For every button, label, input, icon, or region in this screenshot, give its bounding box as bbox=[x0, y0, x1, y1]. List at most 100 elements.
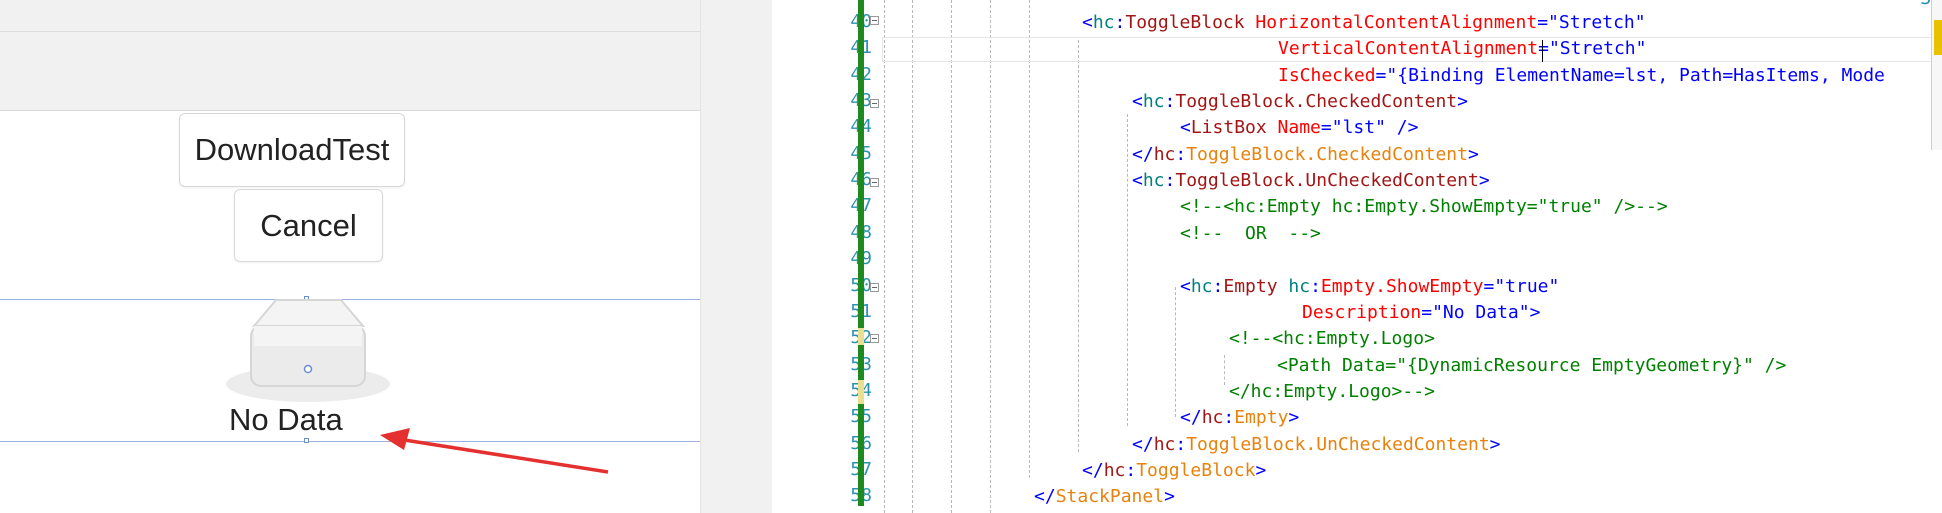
code-line[interactable]: <hc:Empty hc:Empty.ShowEmpty="true" bbox=[1180, 274, 1559, 300]
code-token: VerticalContentAlignment bbox=[1278, 38, 1539, 59]
code-line[interactable]: <Path Data="{DynamicResource EmptyGeomet… bbox=[1277, 353, 1786, 379]
code-line[interactable]: <hc:ToggleBlock.CheckedContent> bbox=[1132, 89, 1468, 115]
code-editor[interactable]: 39 4041424344454647484950515253545556575… bbox=[772, 0, 1942, 513]
code-token: : bbox=[1310, 276, 1321, 297]
fold-toggle-icon[interactable] bbox=[870, 16, 879, 25]
change-tracking-bar bbox=[858, 0, 864, 506]
unsaved-change-mark bbox=[858, 328, 864, 345]
download-test-button[interactable]: DownloadTest bbox=[179, 113, 405, 187]
indent-guide bbox=[1224, 355, 1225, 385]
pane-splitter[interactable] bbox=[700, 0, 773, 513]
code-token: </hc:Empty.Logo>--> bbox=[1229, 381, 1435, 402]
code-token: StackPanel bbox=[1055, 486, 1165, 507]
code-token: > bbox=[1288, 407, 1300, 428]
code-token: "{Binding ElementName=lst, Path=HasItems… bbox=[1386, 65, 1885, 86]
code-token: = bbox=[1421, 302, 1433, 323]
code-token: </ bbox=[1082, 460, 1104, 481]
cancel-button[interactable]: Cancel bbox=[234, 189, 383, 262]
indent-guide bbox=[951, 0, 952, 513]
code-line[interactable]: <!-- OR --> bbox=[1180, 221, 1321, 247]
designer-surface[interactable]: DownloadTest Cancel No Data bbox=[0, 0, 700, 513]
resize-handle-bottom[interactable] bbox=[304, 438, 309, 443]
code-token: /> bbox=[1385, 117, 1419, 138]
code-token: > bbox=[1164, 486, 1175, 507]
code-line[interactable]: </StackPanel> bbox=[1034, 484, 1175, 510]
code-token: : bbox=[1175, 144, 1187, 165]
indent-guide bbox=[1029, 0, 1030, 478]
code-token: : bbox=[1164, 170, 1176, 191]
code-token: hc bbox=[1153, 144, 1176, 165]
designer-divider bbox=[0, 31, 700, 32]
code-line[interactable]: <!--<hc:Empty.Logo> bbox=[1229, 326, 1435, 352]
empty-description-label: No Data bbox=[229, 402, 343, 437]
code-token: </ bbox=[1132, 434, 1154, 455]
code-token: ToggleBlock.CheckedContent bbox=[1175, 91, 1458, 112]
code-token: Description bbox=[1302, 302, 1422, 323]
code-token: hc bbox=[1103, 460, 1126, 481]
code-token: "Stretch" bbox=[1548, 38, 1647, 59]
code-line[interactable]: <!--<hc:Empty hc:Empty.ShowEmpty="true" … bbox=[1180, 194, 1668, 220]
vertical-scrollbar[interactable] bbox=[1931, 0, 1942, 150]
code-token: > bbox=[1478, 170, 1490, 191]
code-token: < bbox=[1180, 117, 1191, 138]
code-token: = bbox=[1375, 65, 1387, 86]
indent-guide bbox=[1078, 40, 1079, 452]
code-token: ToggleBlock.CheckedContent bbox=[1186, 144, 1468, 165]
code-token: "Stretch" bbox=[1548, 12, 1646, 33]
code-token: > bbox=[1467, 144, 1479, 165]
empty-tray-icon bbox=[226, 299, 390, 402]
code-token: hc bbox=[1277, 276, 1311, 297]
code-token: Empty bbox=[1234, 407, 1289, 428]
code-token: : bbox=[1223, 407, 1235, 428]
text-caret bbox=[1542, 40, 1543, 62]
fold-toggle-icon[interactable] bbox=[870, 178, 879, 187]
code-line[interactable]: <hc:ToggleBlock.UnCheckedContent> bbox=[1132, 168, 1490, 194]
code-token: hc bbox=[1142, 91, 1165, 112]
code-token: "lst" bbox=[1331, 117, 1386, 138]
code-token: Empty bbox=[1223, 276, 1278, 297]
fold-toggle-icon[interactable] bbox=[870, 334, 879, 343]
code-line[interactable]: IsChecked="{Binding ElementName=lst, Pat… bbox=[1278, 63, 1885, 89]
indent-guide bbox=[990, 0, 991, 513]
fold-toggle-icon[interactable] bbox=[870, 99, 879, 108]
code-token: : bbox=[1114, 12, 1126, 33]
code-line[interactable]: </hc:Empty.Logo>--> bbox=[1229, 379, 1435, 405]
code-token: </ bbox=[1180, 407, 1202, 428]
indent-guide bbox=[912, 0, 913, 513]
code-token: Empty.ShowEmpty bbox=[1320, 276, 1484, 297]
code-token: HorizontalContentAlignment bbox=[1244, 12, 1538, 33]
code-token: : bbox=[1164, 91, 1176, 112]
code-token: > bbox=[1489, 434, 1501, 455]
code-line[interactable]: Description="No Data"> bbox=[1302, 300, 1540, 326]
code-token: hc bbox=[1142, 170, 1165, 191]
unsaved-change-mark bbox=[858, 380, 864, 404]
code-line[interactable]: </hc:ToggleBlock.UnCheckedContent> bbox=[1132, 432, 1501, 458]
code-token: > bbox=[1255, 460, 1267, 481]
code-token: = bbox=[1320, 117, 1332, 138]
code-line[interactable]: </hc:ToggleBlock> bbox=[1082, 458, 1266, 484]
indent-guide bbox=[884, 0, 885, 513]
code-token: <!--<hc:Empty hc:Empty.ShowEmpty="true" … bbox=[1180, 196, 1668, 217]
code-line[interactable]: </hc:Empty> bbox=[1180, 405, 1299, 431]
code-token: </ bbox=[1132, 144, 1154, 165]
code-token: hc bbox=[1190, 276, 1213, 297]
line-number-gutter: 40414243444546474849505152535455565758 bbox=[772, 0, 872, 513]
code-token: hc bbox=[1201, 407, 1224, 428]
code-token: ToggleBlock bbox=[1136, 460, 1256, 481]
red-arrow-icon bbox=[380, 428, 609, 474]
code-line[interactable]: </hc:ToggleBlock.CheckedContent> bbox=[1132, 142, 1479, 168]
code-token: > bbox=[1529, 302, 1541, 323]
code-token: < bbox=[1132, 91, 1143, 112]
code-token: ListBox bbox=[1190, 117, 1267, 138]
code-token: <Path Data="{DynamicResource EmptyGeomet… bbox=[1277, 355, 1787, 376]
code-line[interactable]: <ListBox Name="lst" /> bbox=[1180, 115, 1418, 141]
fold-toggle-icon[interactable] bbox=[870, 283, 879, 292]
code-line[interactable]: VerticalContentAlignment="Stretch" bbox=[1278, 36, 1646, 62]
code-token: : bbox=[1125, 460, 1137, 481]
code-line[interactable]: <hc:ToggleBlock HorizontalContentAlignme… bbox=[1082, 10, 1646, 36]
code-token: "No Data" bbox=[1432, 302, 1530, 323]
code-token: IsChecked bbox=[1278, 65, 1376, 86]
code-token: <!-- OR --> bbox=[1180, 223, 1321, 244]
code-token: < bbox=[1082, 12, 1093, 33]
code-token: ToggleBlock bbox=[1125, 12, 1245, 33]
